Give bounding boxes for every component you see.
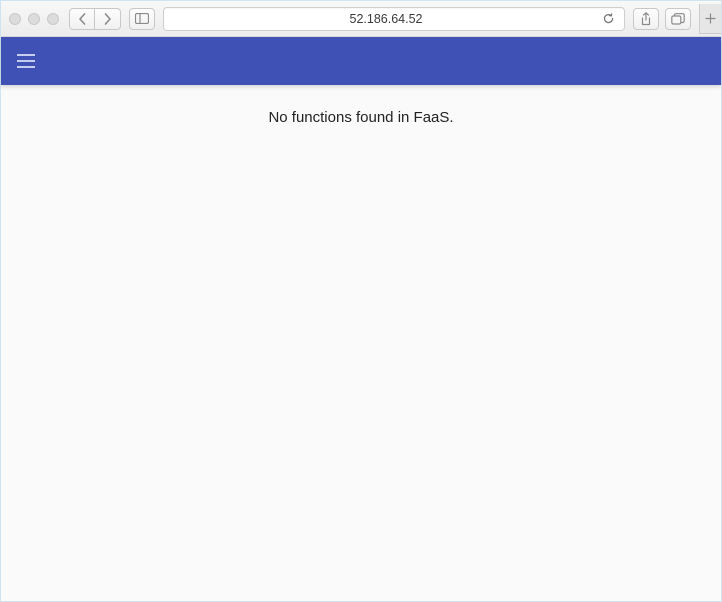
share-icon bbox=[640, 12, 652, 26]
reload-icon bbox=[602, 12, 615, 25]
new-tab-button[interactable] bbox=[699, 4, 721, 34]
menu-button[interactable] bbox=[15, 50, 37, 72]
chevron-left-icon bbox=[78, 13, 87, 25]
address-bar[interactable]: 52.186.64.52 bbox=[163, 7, 625, 31]
navigation-buttons bbox=[69, 8, 121, 30]
back-button[interactable] bbox=[69, 8, 95, 30]
window-controls bbox=[9, 13, 59, 25]
sidebar-toggle-button[interactable] bbox=[129, 8, 155, 30]
minimize-window-button[interactable] bbox=[28, 13, 40, 25]
hamburger-icon bbox=[17, 54, 35, 68]
plus-icon bbox=[705, 13, 716, 24]
right-toolbar-controls bbox=[633, 4, 713, 34]
empty-state-message: No functions found in FaaS. bbox=[268, 109, 453, 601]
address-text: 52.186.64.52 bbox=[172, 12, 600, 26]
tabs-icon bbox=[671, 13, 685, 25]
chevron-right-icon bbox=[103, 13, 112, 25]
tabs-button[interactable] bbox=[665, 8, 691, 30]
sidebar-icon bbox=[135, 13, 149, 24]
app-viewport: No functions found in FaaS. bbox=[1, 37, 721, 601]
forward-button[interactable] bbox=[95, 8, 121, 30]
reload-button[interactable] bbox=[600, 11, 616, 27]
app-header bbox=[1, 37, 721, 85]
app-content: No functions found in FaaS. bbox=[1, 85, 721, 601]
maximize-window-button[interactable] bbox=[47, 13, 59, 25]
close-window-button[interactable] bbox=[9, 13, 21, 25]
share-button[interactable] bbox=[633, 8, 659, 30]
browser-toolbar: 52.186.64.52 bbox=[1, 1, 721, 37]
